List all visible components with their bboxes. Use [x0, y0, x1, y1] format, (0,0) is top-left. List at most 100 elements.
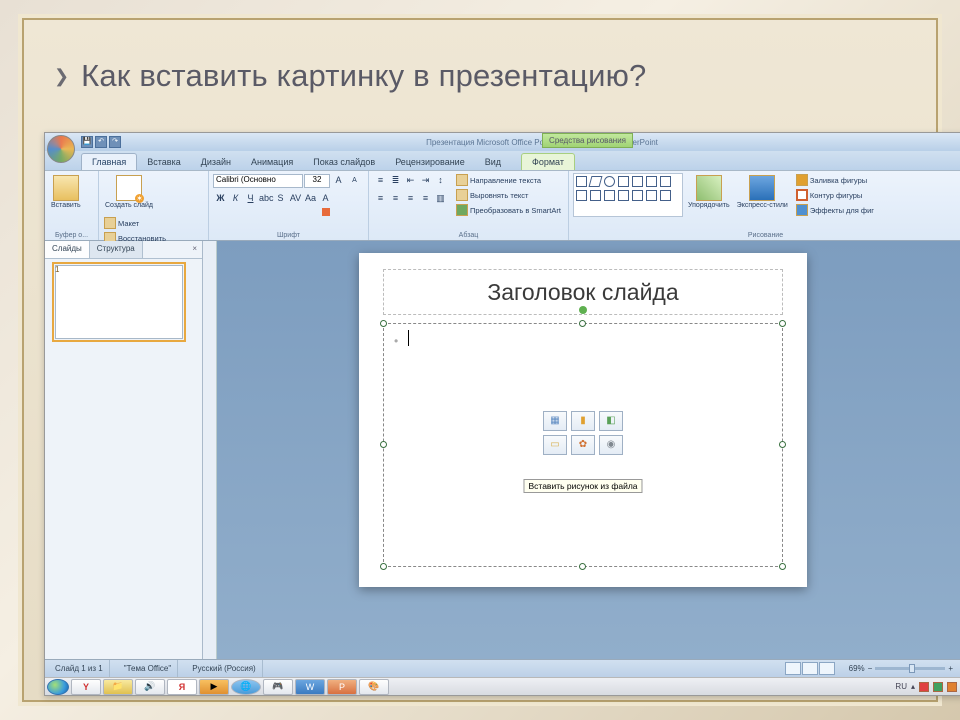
- shape-icon[interactable]: [576, 190, 587, 201]
- insert-picture-icon[interactable]: ▭: [543, 435, 567, 455]
- shadow-icon[interactable]: S: [273, 191, 288, 206]
- tab-slideshow[interactable]: Показ слайдов: [303, 154, 385, 170]
- zoom-value[interactable]: 69%: [849, 664, 865, 673]
- shapes-gallery[interactable]: [573, 173, 683, 217]
- shape-icon[interactable]: [576, 176, 587, 187]
- zoom-out-icon[interactable]: −: [868, 664, 873, 673]
- taskbar-app-browser[interactable]: 🌐: [231, 679, 261, 695]
- shape-icon[interactable]: [632, 176, 643, 187]
- resize-handle-se[interactable]: [779, 563, 786, 570]
- taskbar-app-yandex2[interactable]: Я: [167, 679, 197, 695]
- columns-icon[interactable]: ▥: [433, 191, 448, 206]
- taskbar-app-media[interactable]: ▶: [199, 679, 229, 695]
- zoom-thumb[interactable]: [909, 664, 915, 673]
- undo-icon[interactable]: ↶: [95, 136, 107, 148]
- shape-fill-button[interactable]: Заливка фигуры: [795, 173, 875, 187]
- text-direction-button[interactable]: Направление текста: [455, 173, 562, 187]
- align-text-button[interactable]: Выровнять текст: [455, 188, 562, 202]
- tab-format[interactable]: Формат: [521, 153, 575, 170]
- pane-tab-slides[interactable]: Слайды: [45, 241, 90, 258]
- shape-icon[interactable]: [589, 176, 603, 187]
- pane-tab-outline[interactable]: Структура: [90, 241, 143, 258]
- smartart-button[interactable]: Преобразовать в SmartArt: [455, 203, 562, 217]
- shape-icon[interactable]: [618, 190, 629, 201]
- tray-chevron-icon[interactable]: ▴: [911, 682, 915, 691]
- shape-icon[interactable]: [660, 176, 671, 187]
- bold-icon[interactable]: Ж: [213, 191, 228, 206]
- decrease-indent-icon[interactable]: ⇤: [403, 173, 418, 188]
- new-slide-button[interactable]: ✶ Создать слайд: [103, 173, 155, 211]
- italic-icon[interactable]: К: [228, 191, 243, 206]
- arrange-button[interactable]: Упорядочить: [686, 173, 732, 211]
- shape-icon[interactable]: [646, 190, 657, 201]
- zoom-in-icon[interactable]: +: [948, 664, 953, 673]
- taskbar-app-yandex[interactable]: Y: [71, 679, 101, 695]
- tab-insert[interactable]: Вставка: [137, 154, 190, 170]
- tab-animation[interactable]: Анимация: [241, 154, 303, 170]
- slide-thumbnail-wrap[interactable]: 1: [55, 265, 192, 339]
- start-button[interactable]: [47, 679, 69, 695]
- align-center-icon[interactable]: ≡: [388, 191, 403, 206]
- line-spacing-icon[interactable]: ↕: [433, 173, 448, 188]
- resize-handle-w[interactable]: [380, 441, 387, 448]
- shape-icon[interactable]: [604, 176, 615, 187]
- shape-effects-button[interactable]: Эффекты для фиг: [795, 203, 875, 217]
- font-family-select[interactable]: Calibri (Основно: [213, 174, 303, 188]
- tray-icon[interactable]: [947, 682, 957, 692]
- change-case-icon[interactable]: Aa: [303, 191, 318, 206]
- taskbar-app-powerpoint[interactable]: P: [327, 679, 357, 695]
- font-color-icon[interactable]: A: [318, 191, 333, 206]
- save-icon[interactable]: 💾: [81, 136, 93, 148]
- insert-table-icon[interactable]: ▦: [543, 411, 567, 431]
- status-language[interactable]: Русский (Россия): [186, 660, 262, 677]
- tab-review[interactable]: Рецензирование: [385, 154, 475, 170]
- slideshow-view-icon[interactable]: [819, 662, 835, 675]
- resize-handle-ne[interactable]: [779, 320, 786, 327]
- taskbar-app-games[interactable]: 🎮: [263, 679, 293, 695]
- content-placeholder[interactable]: • ▦ ▮ ◧ ▭ ✿ ◉ Вставить рисунок из файла: [383, 323, 783, 567]
- quick-styles-button[interactable]: Экспресс-стили: [735, 173, 790, 211]
- taskbar-app-paint[interactable]: 🎨: [359, 679, 389, 695]
- insert-smartart-icon[interactable]: ◧: [599, 411, 623, 431]
- align-right-icon[interactable]: ≡: [403, 191, 418, 206]
- numbering-icon[interactable]: ≣: [388, 173, 403, 188]
- rotate-handle[interactable]: [579, 306, 587, 314]
- slide-thumbnail[interactable]: [55, 265, 183, 339]
- insert-clipart-icon[interactable]: ✿: [571, 435, 595, 455]
- shape-icon[interactable]: [618, 176, 629, 187]
- tab-home[interactable]: Главная: [81, 153, 137, 170]
- char-spacing-icon[interactable]: AV: [288, 191, 303, 206]
- insert-chart-icon[interactable]: ▮: [571, 411, 595, 431]
- font-size-select[interactable]: 32: [304, 174, 330, 188]
- insert-media-icon[interactable]: ◉: [599, 435, 623, 455]
- taskbar-app-speaker[interactable]: 🔊: [135, 679, 165, 695]
- shape-outline-button[interactable]: Контур фигуры: [795, 188, 875, 202]
- pane-close-icon[interactable]: ×: [187, 241, 202, 258]
- increase-indent-icon[interactable]: ⇥: [418, 173, 433, 188]
- shrink-font-icon[interactable]: A: [347, 173, 362, 188]
- bullets-icon[interactable]: ≡: [373, 173, 388, 188]
- paste-button[interactable]: Вставить: [49, 173, 83, 211]
- tray-lang[interactable]: RU: [895, 682, 907, 691]
- strike-icon[interactable]: abc: [258, 191, 273, 206]
- tab-design[interactable]: Дизайн: [191, 154, 241, 170]
- shape-icon[interactable]: [590, 190, 601, 201]
- tray-icon[interactable]: [919, 682, 929, 692]
- tray-icon[interactable]: [933, 682, 943, 692]
- redo-icon[interactable]: ↷: [109, 136, 121, 148]
- slide-canvas[interactable]: Заголовок слайда •: [359, 253, 807, 587]
- shape-icon[interactable]: [632, 190, 643, 201]
- resize-handle-s[interactable]: [579, 563, 586, 570]
- shape-icon[interactable]: [646, 176, 657, 187]
- office-button[interactable]: [47, 135, 75, 163]
- align-left-icon[interactable]: ≡: [373, 191, 388, 206]
- taskbar-app-explorer[interactable]: 📁: [103, 679, 133, 695]
- resize-handle-n[interactable]: [579, 320, 586, 327]
- layout-button[interactable]: Макет: [103, 216, 167, 230]
- grow-font-icon[interactable]: A: [331, 173, 346, 188]
- zoom-slider[interactable]: [875, 667, 945, 670]
- tab-view[interactable]: Вид: [475, 154, 511, 170]
- shape-icon[interactable]: [660, 190, 671, 201]
- justify-icon[interactable]: ≡: [418, 191, 433, 206]
- normal-view-icon[interactable]: [785, 662, 801, 675]
